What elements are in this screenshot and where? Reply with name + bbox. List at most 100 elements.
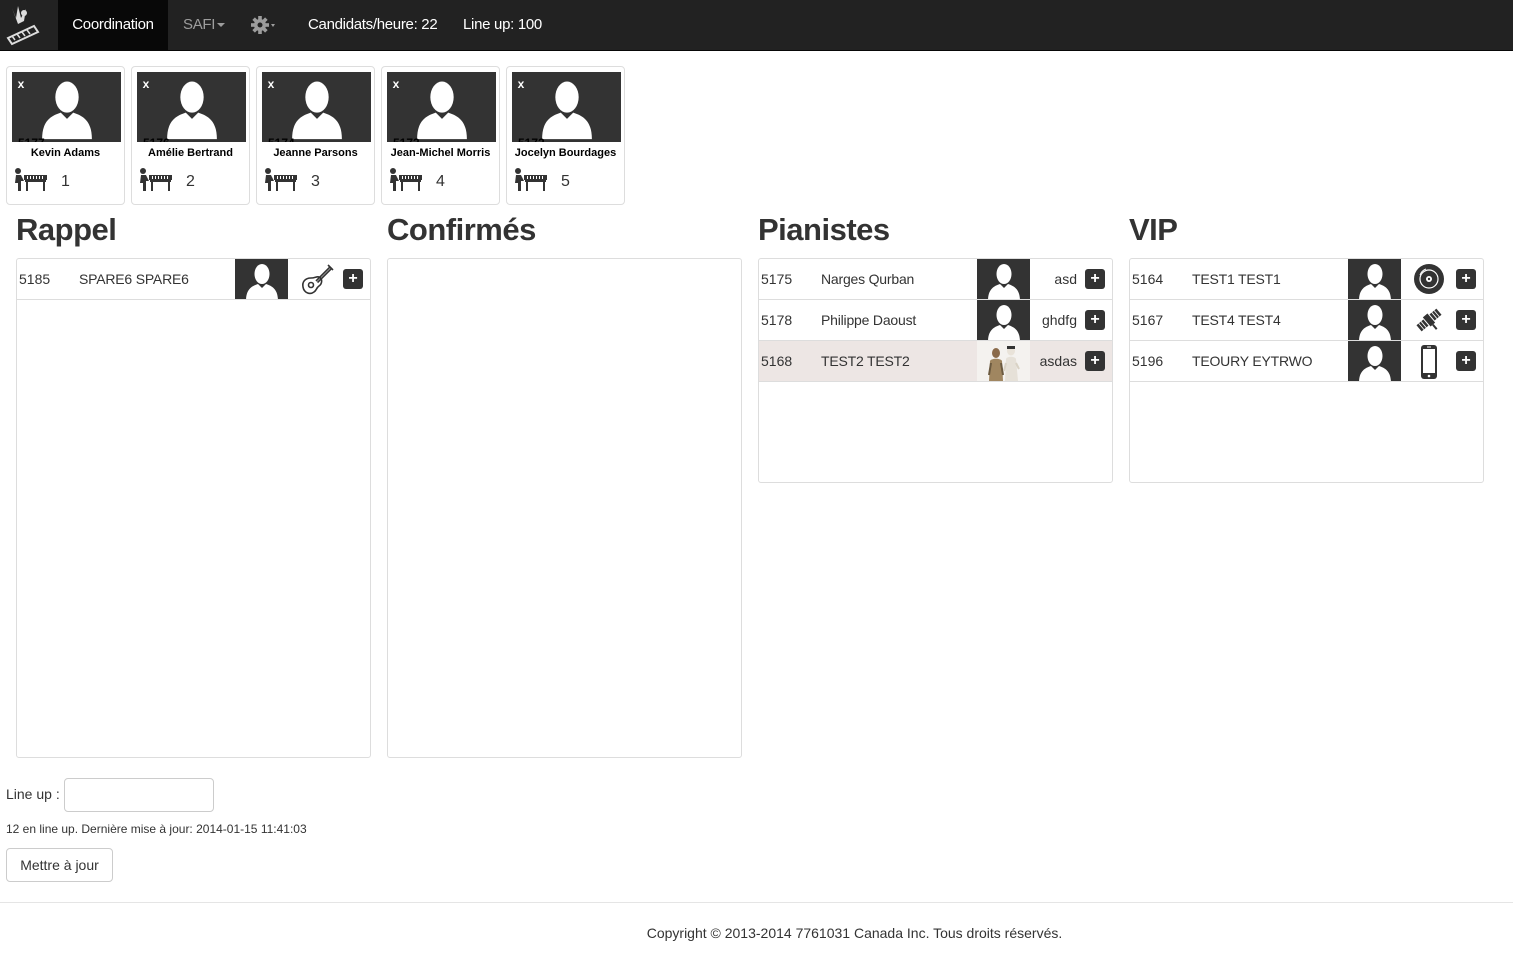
avatar-silhouette <box>417 81 467 140</box>
candidate-name: TEST1 TEST1 <box>1192 271 1281 287</box>
nav-safi-dropdown[interactable]: SAFI <box>183 0 226 50</box>
list-item[interactable]: 5196 TEOURY EYTRWO + <box>1130 341 1483 382</box>
rappel-list[interactable]: 5185 SPARE6 SPARE6 + <box>16 258 371 758</box>
avatar <box>1348 259 1401 299</box>
candidate-name: Kevin Adams <box>30 147 101 159</box>
top-navbar: Coordination SAFI Candidats/heure: 22 Li… <box>0 0 1513 51</box>
list-item[interactable]: 5185 SPARE6 SPARE6 + <box>17 259 370 300</box>
piano-badge <box>138 167 174 196</box>
nav-safi-label: SAFI <box>183 16 216 33</box>
piano-icon <box>515 168 547 191</box>
confirmes-title: Confirmés <box>387 212 536 247</box>
avatar-silhouette <box>246 264 278 299</box>
the-voice-logo[interactable] <box>0 0 58 50</box>
list-item[interactable]: 5178 Philippe Daoust ghdfg + <box>759 300 1112 341</box>
lineup-count: Line up: 100 <box>463 16 542 33</box>
add-button[interactable]: + <box>1085 269 1105 289</box>
list-item[interactable]: 5164 TEST1 TEST1 + <box>1130 259 1483 300</box>
remove-button[interactable]: x <box>512 75 530 93</box>
candidate-id: 5176 <box>143 136 170 142</box>
guitar-icon <box>302 264 334 295</box>
pianistes-list[interactable]: 5175 Narges Qurban asd +5178 Philippe Daoust… <box>758 258 1113 483</box>
queue-position: 2 <box>186 173 195 190</box>
piano-icon <box>140 168 172 191</box>
queue-card[interactable]: x 5172 Jocelyn Bourdages 5 <box>506 66 625 205</box>
queue-card[interactable]: x 5174 Jeanne Parsons 3 <box>256 66 375 205</box>
candidate-id: 5168 <box>761 353 793 369</box>
song-label: ghdfg <box>1041 312 1077 328</box>
gear-icon <box>251 16 275 34</box>
avatar <box>977 259 1030 299</box>
category-badge <box>1412 341 1448 381</box>
remove-button[interactable]: x <box>262 75 280 93</box>
candidate-id: 5167 <box>1132 312 1164 328</box>
avatar-silhouette <box>542 81 592 140</box>
candidate-name: SPARE6 SPARE6 <box>79 271 189 287</box>
candidate-id: 5172 <box>518 136 545 142</box>
avatar <box>235 259 288 299</box>
add-button[interactable]: + <box>1456 310 1476 330</box>
chevron-down-icon <box>217 23 226 28</box>
candidate-name: Narges Qurban <box>821 271 915 287</box>
footer-divider <box>0 902 1513 903</box>
avatar-silhouette <box>1359 264 1391 299</box>
add-button[interactable]: + <box>1085 310 1105 330</box>
rappel-title: Rappel <box>16 212 117 247</box>
confirmes-list[interactable] <box>387 258 742 758</box>
list-item[interactable]: 5167 TEST4 TEST4 + <box>1130 300 1483 341</box>
candidate-name: Jeanne Parsons <box>273 147 358 159</box>
piano-badge <box>13 167 49 196</box>
avatar-silhouette <box>292 81 342 140</box>
vip-title: VIP <box>1129 212 1178 247</box>
avatar <box>977 300 1030 340</box>
candidate-name: Jocelyn Bourdages <box>514 147 617 159</box>
avatar: x 5174 <box>262 72 371 142</box>
footer-copyright: Copyright © 2013-2014 7761031 Canada Inc… <box>646 925 1063 941</box>
add-button[interactable]: + <box>343 269 363 289</box>
piano-badge <box>263 167 299 196</box>
update-button[interactable]: Mettre à jour <box>6 848 113 882</box>
candidate-id: 5173 <box>393 136 420 142</box>
avatar-silhouette <box>42 81 92 140</box>
vip-list[interactable]: 5164 TEST1 TEST1 +5167 TEST4 TEST4 +5196 TEOU… <box>1129 258 1484 483</box>
avatar: x 5173 <box>387 72 496 142</box>
candidate-id: 5196 <box>1132 353 1164 369</box>
piano-icon <box>390 168 422 191</box>
queue-card[interactable]: x 5176 Amélie Bertrand 2 <box>131 66 250 205</box>
disc-icon <box>1414 264 1444 294</box>
category-badge <box>1412 300 1448 340</box>
piano-badge <box>388 167 424 196</box>
candidate-name: TEST2 TEST2 <box>821 353 910 369</box>
remove-button[interactable]: x <box>387 75 405 93</box>
candidate-name: Philippe Daoust <box>821 312 917 328</box>
nav-coordination[interactable]: Coordination <box>58 0 168 50</box>
remove-button[interactable]: x <box>137 75 155 93</box>
queue-position: 5 <box>561 173 570 190</box>
queue-position: 3 <box>311 173 320 190</box>
lineup-status: 12 en line up. Dernière mise à jour: 201… <box>6 822 307 836</box>
avatar <box>1348 341 1401 381</box>
add-button[interactable]: + <box>1456 351 1476 371</box>
candidate-name: TEST4 TEST4 <box>1192 312 1281 328</box>
avatar-silhouette <box>988 305 1020 340</box>
avatar: x 5176 <box>137 72 246 142</box>
avatar-silhouette <box>988 264 1020 299</box>
candidate-name: Jean-Michel Morris <box>390 147 491 159</box>
lineup-label: Line up : <box>6 786 60 802</box>
list-item[interactable]: 5168 TEST2 TEST2 asdas + <box>759 341 1112 382</box>
piano-icon <box>15 168 47 191</box>
list-item[interactable]: 5175 Narges Qurban asd + <box>759 259 1112 300</box>
phone-icon <box>1421 345 1437 379</box>
lineup-input[interactable] <box>64 778 214 812</box>
song-label: asdas <box>1039 353 1077 369</box>
queue-card[interactable]: x 5173 Jean-Michel Morris 4 <box>381 66 500 205</box>
settings-dropdown[interactable] <box>250 0 280 50</box>
candidate-id: 5185 <box>19 271 51 287</box>
remove-button[interactable]: x <box>12 75 30 93</box>
candidate-name: Amélie Bertrand <box>148 147 233 159</box>
avatar-silhouette <box>1359 346 1391 381</box>
queue-card[interactable]: x 5177 Kevin Adams 1 <box>6 66 125 205</box>
avatar <box>1348 300 1401 340</box>
add-button[interactable]: + <box>1456 269 1476 289</box>
add-button[interactable]: + <box>1085 351 1105 371</box>
